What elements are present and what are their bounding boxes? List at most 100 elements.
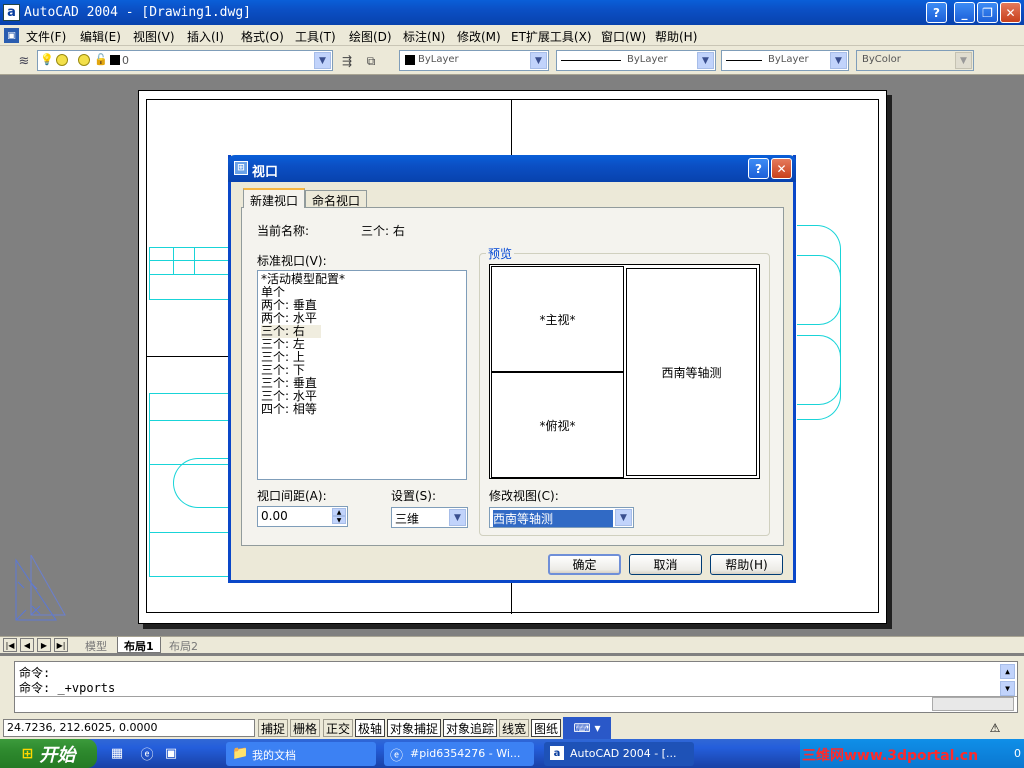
tab-named-viewports[interactable]: 命名视口 [305,190,368,208]
layout-tab-bar: |◀ ◀ ▶ ▶| 模型 布局1 布局2 [0,636,1024,653]
paper-toggle[interactable]: 图纸 [531,719,562,737]
restore-button[interactable]: ❐ [977,2,998,23]
prev-tab-icon[interactable]: ◀ [20,638,34,652]
last-tab-icon[interactable]: ▶| [54,638,68,652]
status-bar: 24.7236, 212.6025, 0.0000 捕捉 栅格 正交 极轴 对象… [0,717,1024,739]
menu-insert[interactable]: 插入(I) [187,28,224,45]
tab-model[interactable]: 模型 [79,637,113,653]
next-tab-icon[interactable]: ▶ [37,638,51,652]
list-item[interactable]: 四个: 相等 [261,403,463,416]
freeze-icon [78,54,90,66]
ok-button[interactable]: 确定 [548,554,621,575]
menu-bar: ▣ 文件(F) 编辑(E) 视图(V) 插入(I) 格式(O) 工具(T) 绘图… [0,25,1024,46]
menu-format[interactable]: 格式(O) [241,28,284,45]
list-item[interactable]: *活动模型配置* [261,273,463,286]
snap-toggle[interactable]: 捕捉 [258,719,289,737]
polar-toggle[interactable]: 极轴 [355,719,386,737]
plotstyle-value: ByColor [862,54,901,65]
menu-tools[interactable]: 工具(T) [295,28,336,45]
standard-viewports-list[interactable]: *活动模型配置* 单个 两个: 垂直 两个: 水平 三个: 右 三个: 左 三个… [257,270,467,480]
change-view-dropdown[interactable]: 西南等轴测 ▼ [489,507,634,528]
setup-label: 设置(S): [391,489,437,503]
top-view-lines [149,532,231,533]
current-name-value: 三个: 右 [361,224,405,238]
menu-dimension[interactable]: 标注(N) [403,28,445,45]
linetype-combo[interactable]: ByLayer ▼ [556,50,716,71]
task-my-documents[interactable]: 📁 我的文档 [226,742,376,766]
color-combo[interactable]: ByLayer ▼ [399,50,549,71]
autocad-icon: a [550,746,564,760]
tab-new-viewports[interactable]: 新建视口 [243,188,306,208]
chevron-down-icon: ▼ [530,52,547,69]
document-icon[interactable]: ▣ [4,28,19,43]
top-view-arc [173,458,233,508]
spacing-field[interactable]: 0.00 ▲ ▼ [257,506,348,527]
layer-previous-icon[interactable]: ⧉ [362,52,380,70]
ucs-icon [15,558,57,621]
menu-express[interactable]: ET扩展工具(X) [511,28,592,45]
command-window[interactable]: 命令: 命令: _+vports ▲ ▼ [14,661,1018,713]
menu-view[interactable]: 视图(V) [133,28,175,45]
spin-up-icon[interactable]: ▲ [332,508,346,516]
menu-modify[interactable]: 修改(M) [457,28,501,45]
spacing-label: 视口间距(A): [257,489,327,503]
minimize-button[interactable]: _ [954,2,975,23]
scroll-up-icon[interactable]: ▲ [1000,664,1015,679]
help-button[interactable]: ? [926,2,947,23]
tab-layout1[interactable]: 布局1 [117,637,161,653]
spin-down-icon[interactable]: ▼ [332,516,346,524]
menu-file[interactable]: 文件(F) [26,28,66,45]
dialog-close-button[interactable]: ✕ [771,158,792,179]
scroll-down-icon[interactable]: ▼ [1000,681,1015,696]
dialog-help-button[interactable]: ? [748,158,769,179]
spinner[interactable]: ▲ ▼ [332,508,346,525]
start-label: 开始 [39,744,76,766]
plotstyle-combo[interactable]: ByColor ▼ [856,50,974,71]
cancel-button[interactable]: 取消 [629,554,702,575]
task-label: #pid6354276 - Wi... [410,747,521,760]
menu-window[interactable]: 窗口(W) [601,28,646,45]
show-desktop-icon[interactable]: ▦ [108,744,126,762]
otrack-toggle[interactable]: 对象追踪 [443,719,498,737]
lightbulb-icon: 💡 [40,53,54,66]
chevron-down-icon: ▼ [697,52,714,69]
task-browser[interactable]: ⓔ #pid6354276 - Wi... [384,742,534,766]
setup-dropdown[interactable]: 三维 ▼ [391,507,468,528]
lineweight-value: ByLayer [768,54,809,65]
task-label: 我的文档 [252,749,296,762]
keyboard-icon[interactable]: ⌨ ▾ [563,717,611,739]
layer-combo[interactable]: 💡 🔓 0 ▼ [37,50,333,71]
close-button[interactable]: ✕ [1000,2,1021,23]
first-tab-icon[interactable]: |◀ [3,638,17,652]
menu-draw[interactable]: 绘图(D) [349,28,392,45]
layers-icon[interactable]: ≋ [16,53,32,69]
task-autocad[interactable]: a AutoCAD 2004 - [... [544,742,694,766]
ie-quicklaunch-icon[interactable]: ⓔ [138,744,156,763]
make-current-layer-icon[interactable]: ⇶ [338,52,356,70]
dialog-title-bar: ⊞ 视口 ? ✕ [228,155,796,182]
menu-help[interactable]: 帮助(H) [655,28,697,45]
viewport-app-icon: ⊞ [234,161,248,175]
tray-settings-icon[interactable]: ⚠ [986,720,1004,736]
autocad-app-icon[interactable]: a [3,4,20,21]
clock: 0 [1014,747,1021,760]
command-hscroll[interactable] [932,697,1014,711]
dialog-help-text-button[interactable]: 帮助(H) [710,554,783,575]
osnap-toggle[interactable]: 对象捕捉 [387,719,442,737]
grid-toggle[interactable]: 栅格 [290,719,321,737]
chevron-down-icon: ▼ [314,52,331,69]
lineweight-toggle[interactable]: 线宽 [499,719,530,737]
tab-layout2[interactable]: 布局2 [163,637,204,653]
app-quicklaunch-icon[interactable]: ▣ [162,744,180,762]
menu-edit[interactable]: 编辑(E) [80,28,121,45]
preview-canvas[interactable]: *主视* *俯视* 西南等轴测 [489,264,760,479]
lineweight-combo[interactable]: ByLayer ▼ [721,50,849,71]
start-button[interactable]: ⊞ 开始 [0,739,97,768]
chevron-down-icon: ▼ [615,509,632,526]
preview-cell-top: *俯视* [491,372,624,478]
dialog-title: 视口 [252,165,279,180]
color-swatch [405,55,415,65]
ortho-toggle[interactable]: 正交 [323,719,354,737]
ie-icon: ⓔ [390,749,404,764]
layer-color-swatch [110,55,120,65]
